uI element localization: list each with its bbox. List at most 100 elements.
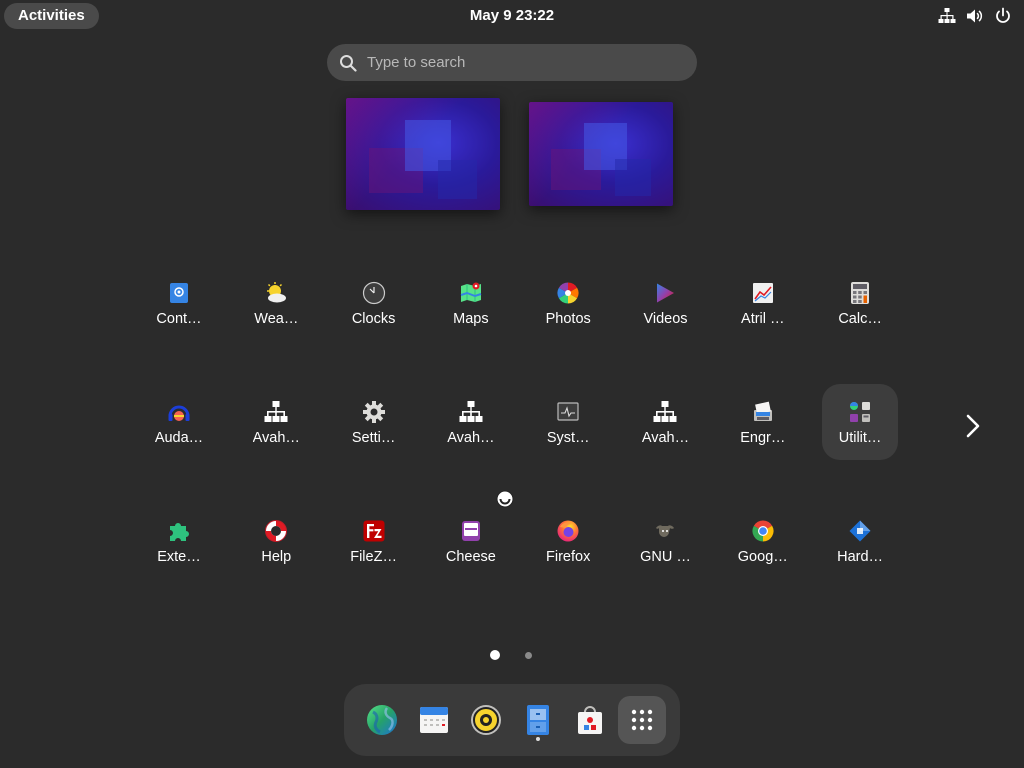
volume-icon[interactable] [966,7,984,25]
app-weather[interactable]: Wea… [238,265,314,341]
show-apps-grid-icon [631,709,653,731]
app-audacity[interactable]: Auda… [141,384,217,460]
power-icon[interactable] [994,7,1012,25]
chrome-icon [752,520,774,542]
show-apps-button[interactable] [618,696,666,744]
app-label: Wea… [254,311,299,327]
search-icon [340,54,357,72]
app-label: Calc… [838,311,882,327]
busy-cursor-icon [496,490,514,508]
top-bar: Activities May 9 23:22 [0,0,1024,32]
app-label: Clocks [351,311,396,327]
app-label: GNU … [640,549,691,565]
app-label: Atril … [741,311,785,327]
page-dot-1[interactable] [490,650,500,660]
app-label: Firefox [546,549,591,565]
app-grid: Cont… Wea… Clocks Maps Photos Videos Atr… [131,265,909,622]
app-label: Exte… [157,549,201,565]
app-calculator[interactable]: Calc… [822,265,898,341]
audacity-icon [168,405,190,421]
software-store-icon [578,706,602,734]
app-videos[interactable]: Videos [627,265,703,341]
app-engrampa[interactable]: Engr… [725,384,801,460]
network-icon[interactable] [938,7,956,25]
app-label: Photos [545,311,591,327]
app-avahi-3[interactable]: Avah… [627,384,703,460]
app-label: Goog… [737,549,788,565]
dash-rhythmbox[interactable] [462,696,510,744]
app-label: Avah… [447,430,495,446]
avahi-network-icon [653,401,677,422]
clock-date-time[interactable]: May 9 23:22 [470,7,554,24]
app-label: FileZ… [350,549,397,565]
atril-icon [752,283,773,303]
app-gnu[interactable]: GNU … [627,503,703,579]
help-lifebuoy-icon [265,520,288,542]
app-hardinfo[interactable]: Hard… [822,503,898,579]
app-label: Cheese [445,549,496,565]
dash-browser[interactable] [358,696,406,744]
app-label: Help [261,549,292,565]
search-bar[interactable] [327,44,697,81]
app-label: Utilit… [838,430,882,446]
app-label: Avah… [641,430,690,446]
avahi-network-icon [459,401,483,422]
videos-icon [657,283,675,303]
app-label: Setti… [351,430,396,446]
rhythmbox-icon [471,705,501,735]
app-utilities-folder[interactable]: Utilit… [822,384,899,460]
app-label: Avah… [252,430,300,446]
running-indicator [536,737,540,741]
app-firefox[interactable]: Firefox [530,503,606,579]
gnu-icon [656,525,675,537]
dash-software[interactable] [566,696,614,744]
app-label: Cont… [156,311,202,327]
avahi-network-icon [264,401,288,422]
system-monitor-icon [557,402,579,421]
app-maps[interactable]: Maps [433,265,509,341]
app-contacts[interactable]: Cont… [141,265,217,341]
weather-icon [267,282,287,303]
app-avahi-1[interactable]: Avah… [238,384,314,460]
app-label: Maps [453,311,489,327]
next-page-button[interactable] [960,410,986,442]
engrampa-icon [753,401,772,421]
app-label: Videos [643,311,688,327]
app-atril[interactable]: Atril … [725,265,801,341]
app-settings[interactable]: Setti… [336,384,412,460]
extensions-puzzle-icon [170,523,189,541]
activities-button[interactable]: Activities [4,3,99,29]
app-cheese[interactable]: Cheese [433,503,509,579]
system-tray[interactable] [938,6,1012,26]
cheese-icon [461,521,480,541]
app-label: Syst… [546,430,590,446]
firefox-icon [557,520,579,542]
maps-icon [460,282,482,302]
app-label: Auda… [154,430,204,446]
files-icon [527,705,549,735]
workspace-thumbnail-1[interactable] [346,98,500,210]
app-extensions[interactable]: Exte… [141,503,217,579]
page-dot-2[interactable] [525,652,532,659]
calculator-icon [851,282,870,304]
chevron-right-icon [966,414,980,438]
dash-calendar[interactable] [410,696,458,744]
app-clocks[interactable]: Clocks [336,265,412,341]
clocks-icon [362,281,385,305]
app-chrome[interactable]: Goog… [725,503,801,579]
app-system-monitor[interactable]: Syst… [530,384,606,460]
hardinfo-icon [849,520,871,542]
calendar-icon [420,707,448,733]
settings-gear-icon [362,401,385,423]
app-avahi-2[interactable]: Avah… [433,384,509,460]
utilities-folder-icon [850,402,871,422]
app-help[interactable]: Help [238,503,314,579]
contacts-icon [170,283,188,303]
app-label: Hard… [837,549,884,565]
dash [344,684,680,756]
search-input[interactable] [367,54,667,71]
browser-globe-icon [367,705,397,735]
app-filezilla[interactable]: FileZ… [336,503,412,579]
app-photos[interactable]: Photos [530,265,606,341]
workspace-thumbnail-2[interactable] [529,102,673,206]
